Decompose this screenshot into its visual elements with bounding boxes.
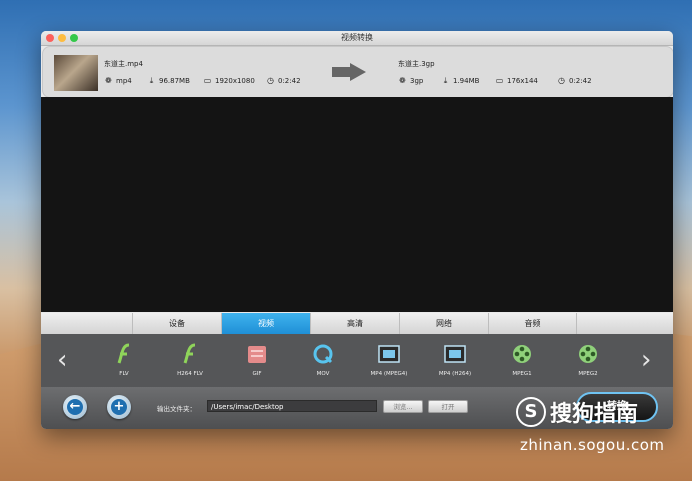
format-label: MP4 (MPEG4) (370, 371, 408, 377)
format-mov[interactable]: MOV (293, 342, 353, 377)
browse-button[interactable]: 浏览... (383, 400, 423, 413)
format-h264-flv[interactable]: H264 FLV (160, 342, 220, 377)
format-flv[interactable]: FLV (94, 342, 154, 377)
video-preview[interactable] (41, 97, 673, 312)
output-path-field[interactable]: /Users/imac/Desktop (207, 400, 377, 412)
file-info-panel: 东道主.mp4 ❁ mp4 ⤓ 96.87MB ▭ 1920x1080 ◷ 0:… (42, 46, 673, 98)
target-duration-value: 0:2:42 (569, 76, 592, 85)
download-icon: ⤓ (443, 76, 448, 85)
target-resolution: ▭ 176x144 (495, 76, 538, 85)
format-mp4-mpeg4[interactable]: MP4 (MPEG4) (359, 342, 419, 377)
monitor-icon: ▭ (203, 76, 212, 85)
title-bar: 视频转换 (41, 31, 673, 46)
format-carousel: ‹ FLV H264 FLV GIF MOV MP4 (MPEG4) MP4 (… (41, 334, 673, 387)
source-format: ❁ mp4 (104, 76, 132, 85)
chevron-right-icon[interactable]: › (641, 347, 651, 373)
source-filename: 东道主.mp4 (104, 60, 143, 68)
open-folder-button[interactable]: 打开 (428, 400, 468, 413)
watermark-brand: 搜狗指南 (550, 402, 639, 427)
source-duration: ◷ 0:2:42 (266, 76, 301, 85)
watermark: S 搜狗指南 (516, 396, 638, 428)
watermark-url: zhinan.sogou.com (520, 436, 665, 454)
quicktime-icon (313, 344, 333, 364)
tab-web[interactable]: 网络 (399, 313, 488, 334)
format-label: MPEG1 (512, 371, 532, 377)
clock-icon: ◷ (558, 76, 565, 85)
tab-audio[interactable]: 音频 (488, 313, 577, 334)
target-duration: ◷ 0:2:42 (557, 76, 592, 85)
reel-icon (513, 345, 531, 363)
format-mp4-h264[interactable]: MP4 (H264) (425, 342, 485, 377)
film-icon (378, 345, 400, 363)
category-tabs: 设备 视频 高清 网络 音频 (41, 313, 673, 334)
monitor-icon: ▭ (495, 76, 504, 85)
tab-video[interactable]: 视频 (221, 313, 310, 334)
target-filename: 东道主.3gp (398, 60, 435, 68)
source-resolution: ▭ 1920x1080 (203, 76, 255, 85)
source-resolution-value: 1920x1080 (215, 76, 255, 85)
format-mpeg1[interactable]: MPEG1 (492, 342, 552, 377)
target-format-value: 3gp (410, 76, 424, 85)
source-duration-value: 0:2:42 (278, 76, 301, 85)
gif-icon (248, 346, 266, 363)
output-folder-label: 输出文件夹： (157, 405, 196, 413)
source-format-value: mp4 (116, 76, 132, 85)
tab-devices[interactable]: 设备 (132, 313, 221, 334)
format-icon: ❁ (105, 76, 112, 85)
format-label: H264 FLV (177, 371, 203, 377)
reel-icon (579, 345, 597, 363)
back-button[interactable]: ← (63, 395, 87, 419)
tab-hd[interactable]: 高清 (310, 313, 399, 334)
target-size-value: 1.94MB (453, 76, 480, 85)
format-mpeg2[interactable]: MPEG2 (558, 342, 618, 377)
window-title: 视频转换 (341, 33, 373, 42)
chevron-left-icon[interactable]: ‹ (57, 347, 67, 373)
source-size-value: 96.87MB (159, 76, 190, 85)
target-resolution-value: 176x144 (507, 76, 538, 85)
convert-arrow-icon (332, 63, 366, 81)
target-size: ⤓ 1.94MB (441, 76, 480, 85)
video-thumbnail[interactable] (54, 55, 98, 91)
format-icon: ❁ (399, 76, 406, 85)
format-label: MPEG2 (578, 371, 598, 377)
format-gif[interactable]: GIF (227, 342, 287, 377)
flash-icon (117, 343, 130, 364)
target-format: ❁ 3gp (398, 76, 423, 85)
sogou-logo-icon: S (516, 397, 546, 427)
format-label: MOV (316, 371, 330, 377)
flash-icon (183, 343, 196, 364)
format-label: MP4 (H264) (438, 371, 472, 377)
film-icon (444, 345, 466, 363)
download-icon: ⤓ (149, 76, 154, 85)
app-window: 视频转换 东道主.mp4 ❁ mp4 ⤓ 96.87MB ▭ 1920x1080… (41, 31, 673, 429)
clock-icon: ◷ (267, 76, 274, 85)
format-label: GIF (252, 371, 262, 377)
add-file-button[interactable]: + (107, 395, 131, 419)
source-size: ⤓ 96.87MB (147, 76, 190, 85)
arrow-left-icon: ← (67, 399, 83, 415)
format-label: FLV (119, 371, 129, 377)
plus-icon: + (111, 399, 127, 415)
